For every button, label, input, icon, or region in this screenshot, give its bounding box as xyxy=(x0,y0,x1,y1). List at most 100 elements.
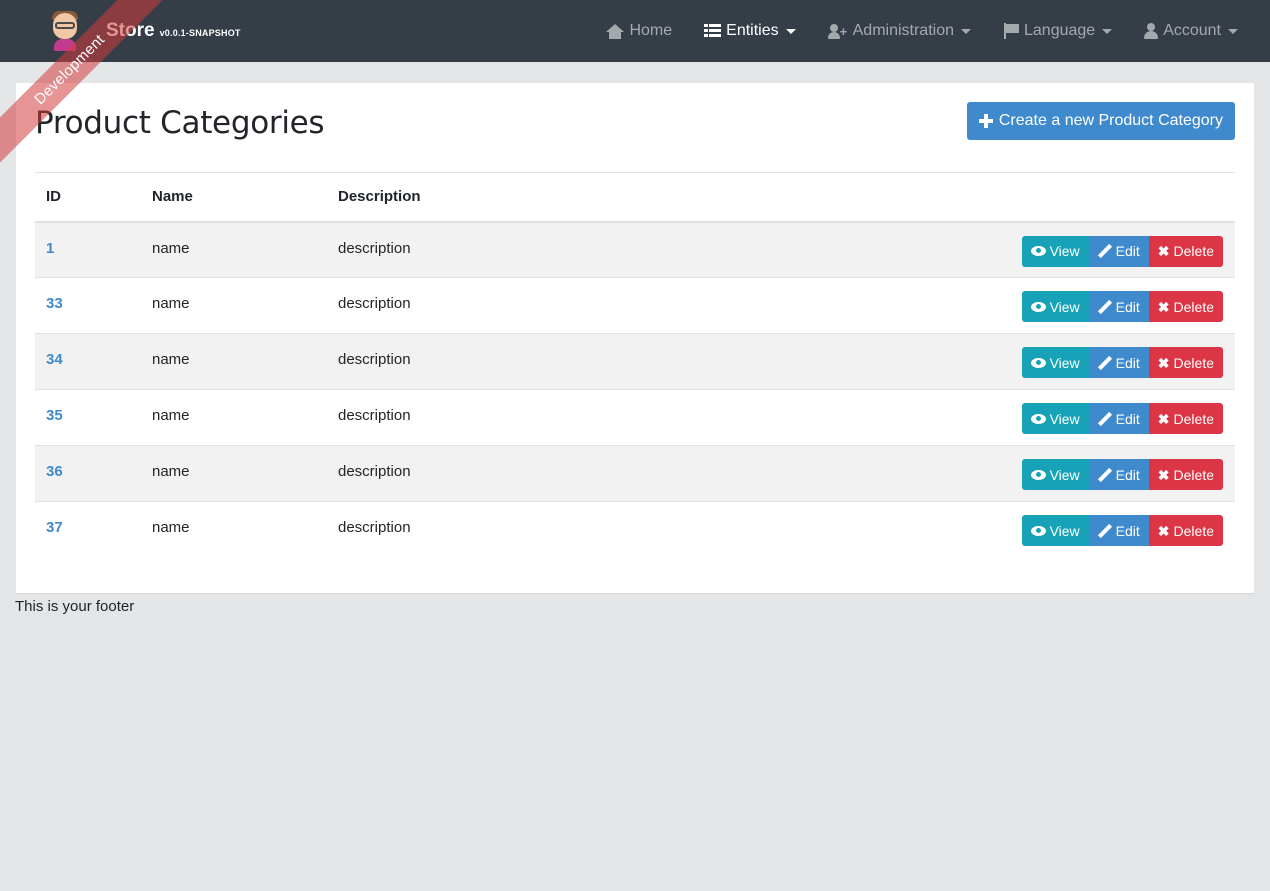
close-icon: ✖ xyxy=(1157,522,1170,539)
cell-name: name xyxy=(152,519,190,536)
delete-button[interactable]: ✖ Delete xyxy=(1148,403,1223,434)
row-actions: View Edit ✖ Delete xyxy=(1021,515,1223,546)
cell-name: name xyxy=(152,295,190,312)
view-label: View xyxy=(1049,354,1080,371)
close-icon: ✖ xyxy=(1157,354,1170,371)
row-actions: View Edit ✖ Delete xyxy=(1021,459,1223,490)
cell-description: description xyxy=(338,519,411,536)
cell-id: 33 xyxy=(35,278,152,334)
edit-label: Edit xyxy=(1115,522,1140,539)
pencil-icon xyxy=(1098,300,1112,314)
plus-icon xyxy=(978,114,993,128)
row-id-link[interactable]: 1 xyxy=(46,240,54,257)
row-id-link[interactable]: 36 xyxy=(46,463,63,480)
brand-link[interactable]: Store v0.0.1-SNAPSHOT xyxy=(50,6,241,56)
table-body: 1 name description View Edit ✖ Delete 33 name des… xyxy=(35,221,1235,558)
table-row: 35 name description View Edit ✖ Delete xyxy=(35,390,1235,446)
home-icon xyxy=(606,23,625,39)
cell-id: 37 xyxy=(35,502,152,558)
delete-button[interactable]: ✖ Delete xyxy=(1148,235,1223,267)
delete-label: Delete xyxy=(1173,243,1214,259)
column-header-name[interactable]: Name xyxy=(152,173,338,222)
edit-label: Edit xyxy=(1115,410,1140,427)
view-button[interactable]: View xyxy=(1021,515,1089,546)
edit-button[interactable]: Edit xyxy=(1088,347,1149,378)
edit-label: Edit xyxy=(1115,466,1140,483)
view-button[interactable]: View xyxy=(1021,347,1089,378)
edit-button[interactable]: Edit xyxy=(1088,291,1149,322)
close-icon: ✖ xyxy=(1157,466,1170,483)
cell-actions: View Edit ✖ Delete xyxy=(738,502,1235,558)
logo-icon xyxy=(50,9,80,53)
edit-button[interactable]: Edit xyxy=(1088,459,1149,490)
cell-actions: View Edit ✖ Delete xyxy=(738,222,1235,278)
cell-description: description xyxy=(338,239,411,257)
view-button[interactable]: View xyxy=(1021,291,1089,322)
nav-account[interactable]: Account xyxy=(1128,0,1270,62)
delete-label: Delete xyxy=(1173,298,1214,315)
chevron-down-icon xyxy=(1228,28,1238,34)
cell-name: name xyxy=(152,239,190,257)
nav-administration-label: Administration xyxy=(852,22,954,39)
brand-name: Store xyxy=(106,20,155,41)
cell-actions: View Edit ✖ Delete xyxy=(738,278,1235,334)
product-categories-table: ID Name Description 1 name description View… xyxy=(35,172,1235,558)
cell-actions: View Edit ✖ Delete xyxy=(738,390,1235,446)
cell-name: name xyxy=(152,463,190,480)
edit-label: Edit xyxy=(1115,298,1140,315)
row-actions: View Edit ✖ Delete xyxy=(1021,347,1223,378)
pencil-icon xyxy=(1098,244,1112,258)
nav-entities[interactable]: Entities xyxy=(688,0,811,62)
row-actions: View Edit ✖ Delete xyxy=(1021,403,1223,434)
cell-name: name xyxy=(152,351,190,368)
delete-button[interactable]: ✖ Delete xyxy=(1148,347,1223,378)
edit-button[interactable]: Edit xyxy=(1088,235,1149,267)
eye-icon xyxy=(1030,413,1046,424)
flag-icon xyxy=(1003,23,1019,39)
nav-home[interactable]: Home xyxy=(590,0,688,62)
create-product-category-button[interactable]: Create a new Product Category xyxy=(966,102,1235,140)
table-icon xyxy=(704,24,722,38)
delete-label: Delete xyxy=(1173,466,1214,483)
table-row: 36 name description View Edit ✖ Delete xyxy=(35,445,1235,502)
column-header-description[interactable]: Description xyxy=(338,173,738,222)
nav-administration[interactable]: + Administration xyxy=(812,0,987,62)
brand-version: v0.0.1-SNAPSHOT xyxy=(159,27,241,38)
edit-button[interactable]: Edit xyxy=(1088,515,1149,546)
navbar: Store v0.0.1-SNAPSHOT Home Entities + Ad… xyxy=(0,0,1270,62)
eye-icon xyxy=(1030,525,1046,536)
pencil-icon xyxy=(1098,412,1112,426)
chevron-down-icon xyxy=(1102,28,1113,34)
nav-language-label: Language xyxy=(1024,22,1096,39)
row-id-link[interactable]: 37 xyxy=(46,519,63,536)
column-header-actions xyxy=(738,173,1235,222)
row-actions: View Edit ✖ Delete xyxy=(1021,291,1223,322)
user-icon xyxy=(1144,23,1159,39)
delete-button[interactable]: ✖ Delete xyxy=(1148,459,1223,490)
pencil-icon xyxy=(1098,524,1112,538)
delete-button[interactable]: ✖ Delete xyxy=(1148,515,1223,546)
row-id-link[interactable]: 33 xyxy=(46,295,63,312)
chevron-down-icon xyxy=(785,28,796,34)
view-button[interactable]: View xyxy=(1021,459,1089,490)
view-label: View xyxy=(1049,298,1080,315)
cell-id: 36 xyxy=(35,446,152,502)
column-header-id[interactable]: ID xyxy=(35,173,152,222)
cell-name: name xyxy=(152,407,190,424)
chevron-down-icon xyxy=(961,28,971,34)
table-row: 1 name description View Edit ✖ Delete xyxy=(35,221,1235,278)
view-button[interactable]: View xyxy=(1021,235,1089,267)
row-id-link[interactable]: 34 xyxy=(46,351,63,368)
delete-button[interactable]: ✖ Delete xyxy=(1148,291,1223,322)
cell-description: description xyxy=(338,463,411,480)
delete-label: Delete xyxy=(1173,410,1214,427)
table-row: 34 name description View Edit ✖ Delete xyxy=(35,333,1235,390)
nav-language[interactable]: Language xyxy=(987,0,1128,62)
row-actions: View Edit ✖ Delete xyxy=(1021,235,1223,267)
view-label: View xyxy=(1049,243,1080,259)
table-row: 33 name description View Edit ✖ Delete xyxy=(35,278,1235,334)
row-id-link[interactable]: 35 xyxy=(46,407,63,424)
view-button[interactable]: View xyxy=(1021,403,1089,434)
edit-button[interactable]: Edit xyxy=(1088,403,1149,434)
view-label: View xyxy=(1049,410,1080,427)
